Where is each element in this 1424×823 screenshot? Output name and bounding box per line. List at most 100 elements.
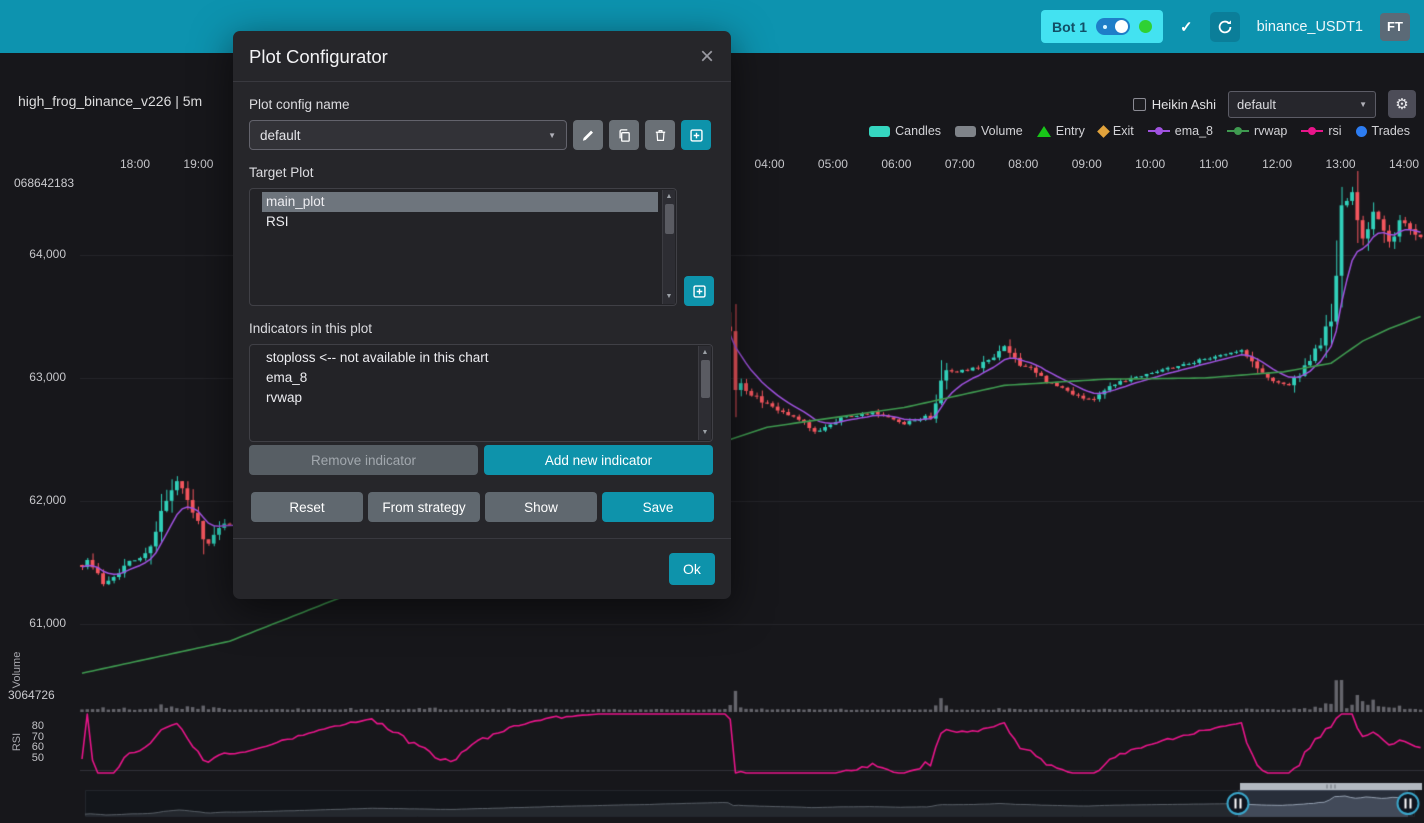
legend-label: Exit <box>1113 124 1134 138</box>
legend-label: Candles <box>895 124 941 138</box>
check-icon: ✓ <box>1180 18 1193 36</box>
plot-config-name-select[interactable]: default ▼ <box>249 120 567 150</box>
toggle-knob <box>1115 20 1128 33</box>
gear-icon: ⚙ <box>1395 95 1408 113</box>
scroll-up-icon[interactable]: ▲ <box>663 191 675 203</box>
duplicate-config-button[interactable] <box>609 120 639 150</box>
bot-toggle[interactable] <box>1096 18 1130 35</box>
chart-controls: Heikin Ashi default ▼ ⚙ <box>1133 90 1416 118</box>
indicator-item[interactable]: rvwap <box>262 388 694 408</box>
legend-item-rvwap[interactable]: rvwap <box>1227 124 1287 138</box>
price-tick: 63,000 <box>0 370 66 384</box>
pair-label: binance_USDT1 <box>1257 19 1363 35</box>
refresh-button[interactable] <box>1210 12 1240 42</box>
legend-rsi-icon <box>1301 126 1323 137</box>
legend-volume-icon <box>955 126 976 137</box>
legend-item-trades[interactable]: Trades <box>1356 124 1410 138</box>
legend-entry-icon <box>1037 126 1051 137</box>
legend-trades-icon <box>1356 126 1367 137</box>
scrollbar-thumb[interactable] <box>701 360 710 398</box>
legend-ema-8-icon <box>1148 126 1170 137</box>
heikin-ashi-label: Heikin Ashi <box>1152 97 1216 112</box>
axis-value-label: 068642183 <box>14 176 74 190</box>
price-tick: 64,000 <box>0 247 66 261</box>
rename-config-button[interactable] <box>573 120 603 150</box>
time-tick: 08:00 <box>997 157 1049 171</box>
time-tick: 06:00 <box>870 157 922 171</box>
chart-title: high_frog_binance_v226 | 5m <box>18 93 202 109</box>
time-tick: 13:00 <box>1315 157 1367 171</box>
scroll-down-icon[interactable]: ▼ <box>699 427 711 439</box>
legend-label: Trades <box>1372 124 1410 138</box>
add-config-button[interactable] <box>681 120 711 150</box>
legend-label: ema_8 <box>1175 124 1213 138</box>
scroll-down-icon[interactable]: ▼ <box>663 291 675 303</box>
bot-name-label: Bot 1 <box>1052 19 1087 35</box>
time-tick: 07:00 <box>934 157 986 171</box>
indicator-item[interactable]: ema_8 <box>262 368 694 388</box>
legend-exit-icon <box>1097 125 1110 138</box>
legend-item-entry[interactable]: Entry <box>1037 124 1085 138</box>
reset-button[interactable]: Reset <box>251 492 363 522</box>
legend-item-candles[interactable]: Candles <box>869 124 941 138</box>
toggle-track-dot <box>1103 25 1107 29</box>
modal-body: Plot config name default ▼ <box>233 97 731 522</box>
delete-config-button[interactable] <box>645 120 675 150</box>
ok-button[interactable]: Ok <box>669 553 715 585</box>
chart-scrollbar-thumb[interactable] <box>1240 783 1422 790</box>
legend-candles-icon <box>869 126 890 137</box>
add-target-plot-button[interactable] <box>684 276 714 306</box>
time-tick: 19:00 <box>172 157 224 171</box>
legend-rvwap-icon <box>1227 126 1249 137</box>
target-plot-item-rsi[interactable]: RSI <box>262 212 658 232</box>
add-box-icon <box>689 128 704 143</box>
add-new-indicator-button[interactable]: Add new indicator <box>484 445 713 475</box>
legend-item-exit[interactable]: Exit <box>1099 124 1134 138</box>
scrollbar-thumb[interactable] <box>665 204 674 234</box>
target-plot-listbox[interactable]: main_plotRSI ▲ ▼ <box>249 188 677 306</box>
price-tick: 62,000 <box>0 493 66 507</box>
save-button[interactable]: Save <box>602 492 714 522</box>
listbox-scrollbar[interactable]: ▲ ▼ <box>698 346 711 440</box>
chart-legend: Candles Volume Entry Exit ema_8 rvwap rsi Trade… <box>869 124 1410 138</box>
indicators-label: Indicators in this plot <box>249 321 715 336</box>
indicator-buttons-row: Remove indicator Add new indicator <box>249 445 713 475</box>
plot-config-select-value: default <box>1237 97 1276 112</box>
legend-item-ema-8[interactable]: ema_8 <box>1148 124 1213 138</box>
plot-config-name-value: default <box>260 128 301 143</box>
ft-logo-button[interactable]: FT <box>1380 13 1410 41</box>
bot-selector-chip[interactable]: Bot 1 <box>1041 10 1163 43</box>
time-tick: 05:00 <box>807 157 859 171</box>
close-icon[interactable]: × <box>700 47 714 67</box>
remove-indicator-button[interactable]: Remove indicator <box>249 445 478 475</box>
app-root: Bot 1 ✓ binance_USDT1 FT high_frog_binan… <box>0 0 1424 823</box>
time-tick: 04:00 <box>744 157 796 171</box>
plot-config-gear-button[interactable]: ⚙ <box>1388 90 1416 118</box>
pencil-icon <box>581 128 596 143</box>
rsi-pane-label: RSI <box>11 712 23 772</box>
plot-config-name-label: Plot config name <box>249 97 715 112</box>
indicators-listbox[interactable]: stoploss <-- not available in this chart… <box>249 344 713 442</box>
heikin-ashi-control[interactable]: Heikin Ashi <box>1133 97 1216 112</box>
target-plot-item-main_plot[interactable]: main_plot <box>262 192 658 212</box>
time-tick: 12:00 <box>1251 157 1303 171</box>
copy-icon <box>617 128 632 143</box>
from-strategy-button[interactable]: From strategy <box>368 492 480 522</box>
show-button[interactable]: Show <box>485 492 597 522</box>
modal-footer: Ok <box>233 538 731 599</box>
plot-configurator-modal: Plot Configurator × Plot config name def… <box>233 31 731 599</box>
heikin-ashi-checkbox[interactable] <box>1133 98 1146 111</box>
legend-label: Volume <box>981 124 1023 138</box>
time-tick: 18:00 <box>109 157 161 171</box>
config-actions-row: Reset From strategy Show Save <box>251 492 715 522</box>
modal-header: Plot Configurator × <box>233 31 731 82</box>
bot-online-dot <box>1139 20 1152 33</box>
navigator-track[interactable] <box>85 790 1415 817</box>
listbox-scrollbar[interactable]: ▲ ▼ <box>662 190 675 304</box>
scroll-up-icon[interactable]: ▲ <box>699 347 711 359</box>
target-plot-row: main_plotRSI ▲ ▼ <box>249 188 715 306</box>
plot-config-select[interactable]: default ▼ <box>1228 91 1376 118</box>
legend-item-volume[interactable]: Volume <box>955 124 1023 138</box>
legend-item-rsi[interactable]: rsi <box>1301 124 1341 138</box>
indicator-item[interactable]: stoploss <-- not available in this chart <box>262 348 694 368</box>
